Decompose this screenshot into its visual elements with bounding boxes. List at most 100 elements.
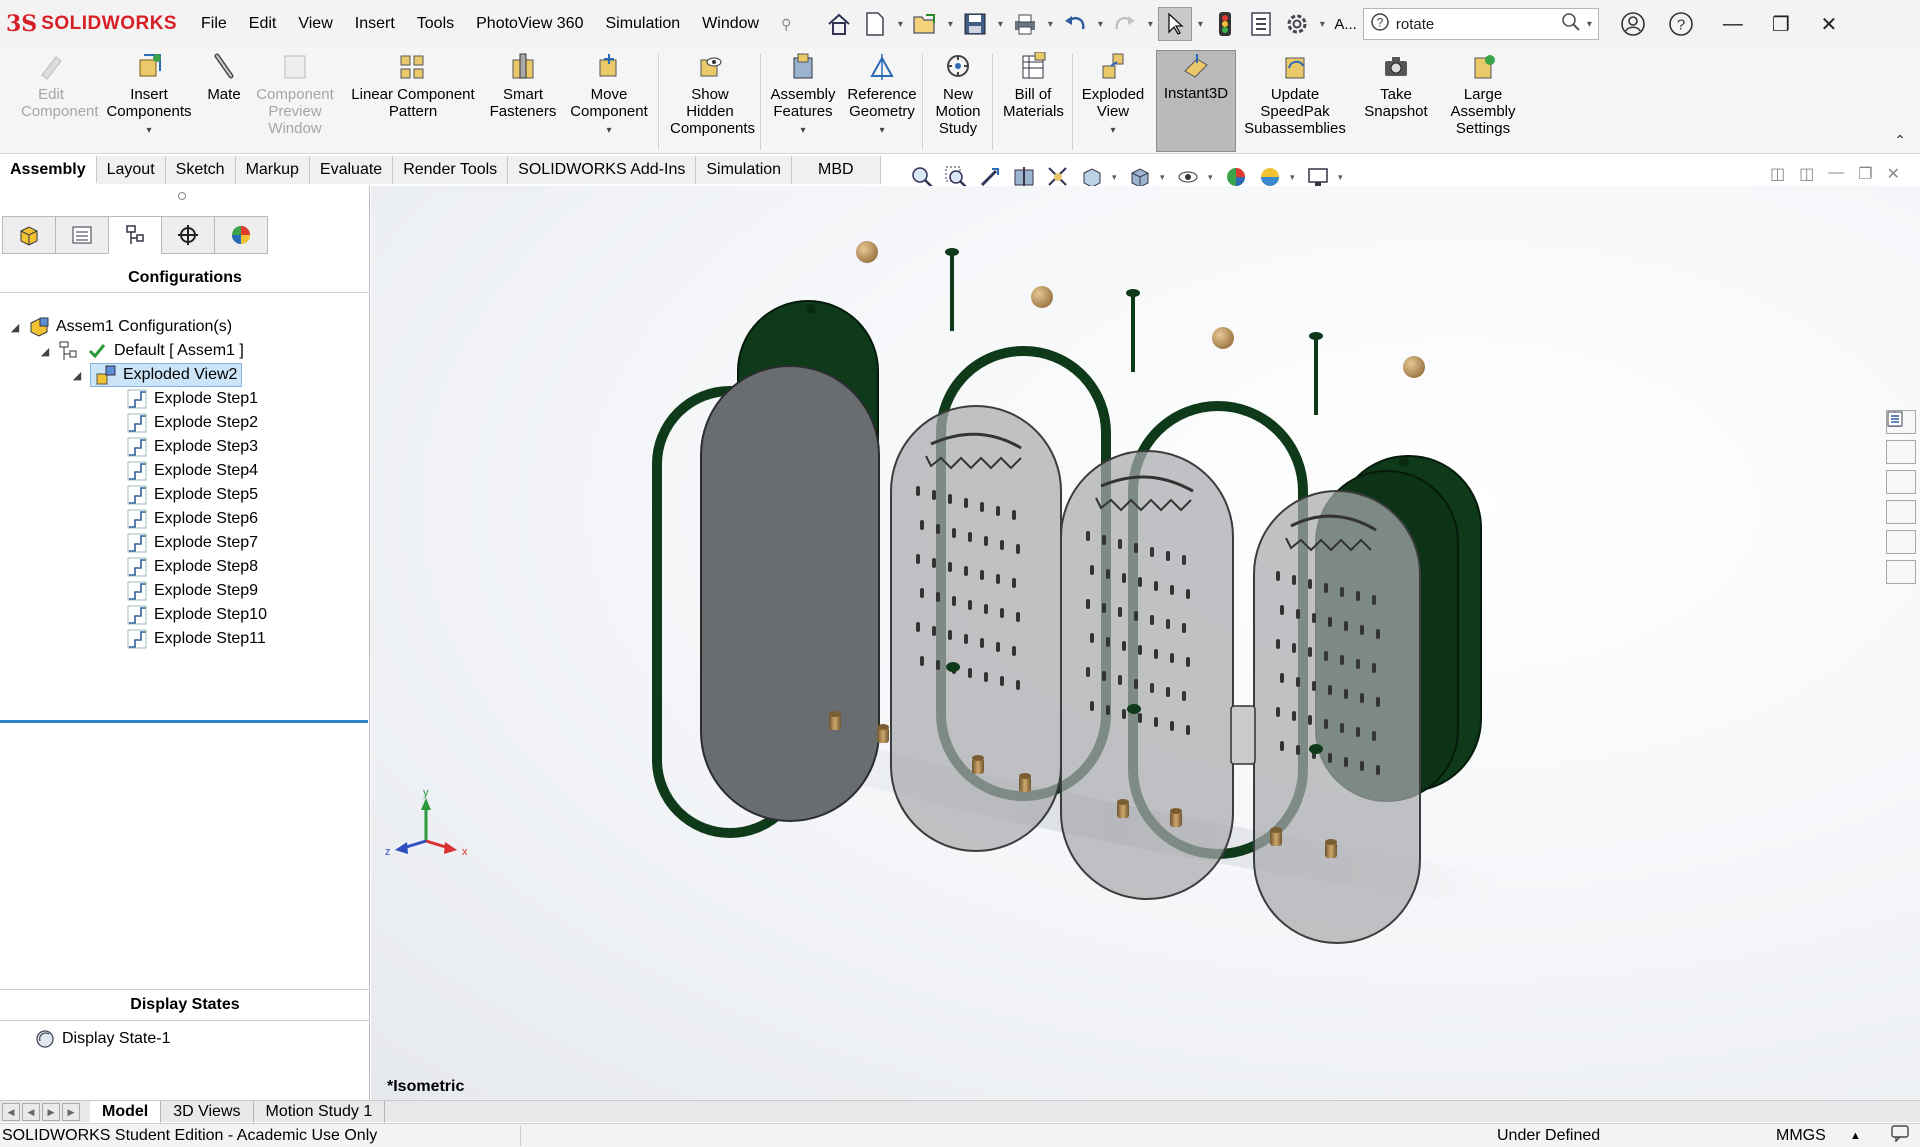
take-snapshot-button[interactable]: Take Snapshot [1358,52,1434,152]
ball-4[interactable] [1403,356,1425,378]
peg[interactable] [829,711,841,730]
dimxpert-tab-icon[interactable] [161,216,215,254]
search-input[interactable]: rotate [1396,16,1561,33]
menu-window[interactable]: Window [691,0,770,48]
user-account-label[interactable]: A... [1334,16,1357,33]
view-palette-icon[interactable] [1886,411,1916,524]
rebuild-icon[interactable] [1208,7,1242,41]
tree-node-configurations-root[interactable]: ◢ Assem1 Configuration(s) [8,314,232,340]
exploded-view-button[interactable]: Exploded View ▾ [1076,52,1150,152]
peg[interactable] [1170,808,1182,827]
tab-model[interactable]: Model [90,1100,162,1123]
pin-menu-icon[interactable]: ⚲ [770,0,802,48]
save-caret-icon[interactable]: ▾ [994,19,1006,30]
search-icon[interactable] [1561,12,1581,36]
prev-tab-icon[interactable]: ◀ [22,1102,40,1121]
tab-assembly[interactable]: Assembly [0,156,97,184]
tree-node-explode-step[interactable]: Explode Step6 [126,506,258,532]
collapse-ribbon-icon[interactable]: ⌃ [1894,132,1906,149]
units-selector[interactable]: MMGS [1776,1127,1826,1145]
tree-node-explode-step[interactable]: Explode Step5 [126,482,258,508]
menu-insert[interactable]: Insert [344,0,406,48]
bill-of-materials-button[interactable]: Bill of Materials [996,52,1070,152]
viewport-panel-left-icon[interactable]: ◫ [1770,164,1785,184]
tab-layout[interactable]: Layout [96,156,166,184]
hinge-clip[interactable] [1230,705,1256,765]
linear-pattern-button[interactable]: Linear Component Pattern [344,52,482,152]
tree-node-explode-step[interactable]: Explode Step1 [126,386,258,412]
tab-markup[interactable]: Markup [235,156,310,184]
custom-properties-icon[interactable] [1886,411,1916,584]
selected-exploded-view[interactable]: Exploded View2 [90,363,243,387]
perforated-panel-3[interactable] [1253,490,1421,944]
assembly-features-caret-icon[interactable]: ▾ [764,122,842,139]
tab-sketch[interactable]: Sketch [165,156,236,184]
tree-node-explode-step[interactable]: Explode Step11 [126,626,266,652]
search-box[interactable]: ? rotate ▾ [1362,8,1599,40]
graphics-area[interactable]: y x z *Isometric [371,186,1920,1100]
tab-3d-views[interactable]: 3D Views [161,1100,254,1123]
tree-node-explode-step[interactable]: Explode Step8 [126,554,258,580]
options-icon[interactable] [1280,7,1314,41]
ball-2[interactable] [1031,286,1053,308]
foot-2[interactable] [1127,704,1141,714]
large-assembly-button[interactable]: Large Assembly Settings [1438,52,1528,152]
file-properties-icon[interactable] [1244,7,1278,41]
peg[interactable] [1117,799,1129,818]
move-component-caret-icon[interactable]: ▾ [564,122,654,139]
peg[interactable] [1270,827,1282,846]
reference-geometry-caret-icon[interactable]: ▾ [844,122,920,139]
tree-node-exploded-view[interactable]: ◢ Exploded View2 [70,362,243,388]
user-icon[interactable] [1609,0,1657,48]
options-caret-icon[interactable]: ▾ [1316,19,1328,30]
select-caret-icon[interactable]: ▾ [1194,19,1206,30]
tab-motion-study[interactable]: Motion Study 1 [254,1100,386,1123]
peg[interactable] [877,724,889,743]
new-motion-study-button[interactable]: New Motion Study [926,52,990,152]
grey-panel-left[interactable] [700,365,880,822]
open-caret-icon[interactable]: ▾ [944,19,956,30]
edit-component-button[interactable]: Edit Component [6,52,99,152]
tree-node-explode-step[interactable]: Explode Step4 [126,458,258,484]
tree-node-explode-step[interactable]: Explode Step10 [126,602,267,628]
insert-components-button[interactable]: Insert Components ▾ [100,52,198,152]
solidworks-logo[interactable]: 3S SOLIDWORKS [0,11,190,37]
foot-3[interactable] [1309,744,1323,754]
move-component-button[interactable]: Move Component ▾ [564,52,654,152]
tab-evaluate[interactable]: Evaluate [309,156,394,184]
open-icon[interactable] [908,7,942,41]
new-document-icon[interactable] [858,7,892,41]
vertical-pin-2[interactable] [1126,289,1140,372]
appearances-icon[interactable] [1886,412,1916,554]
tab-addins[interactable]: SOLIDWORKS Add-Ins [508,156,697,184]
apply-scene-caret-icon[interactable]: ▾ [1290,172,1298,183]
tab-simulation[interactable]: Simulation [696,156,793,184]
peg[interactable] [1325,839,1337,858]
select-icon[interactable] [1158,7,1193,41]
hide-show-caret-icon[interactable]: ▾ [1208,172,1216,183]
foot-1[interactable] [946,662,960,672]
configuration-manager-tab-icon[interactable] [108,216,162,254]
menu-edit[interactable]: Edit [238,0,288,48]
ball-1[interactable] [856,241,878,263]
smart-fasteners-button[interactable]: Smart Fasteners [484,52,562,152]
viewport-panel-right-icon[interactable]: ◫ [1799,164,1814,184]
exploded-view-caret-icon[interactable]: ▾ [1076,122,1150,139]
tree-node-explode-step[interactable]: Explode Step9 [126,578,258,604]
units-caret-icon[interactable]: ▲ [1850,1130,1861,1142]
undo-caret-icon[interactable]: ▾ [1094,19,1106,30]
display-style-caret-icon[interactable]: ▾ [1160,172,1168,183]
display-manager-tab-icon[interactable] [214,216,268,254]
vertical-pin-1[interactable] [945,248,959,331]
search-caret-icon[interactable]: ▾ [1587,19,1592,30]
tree-node-default-config[interactable]: ◢ Default [ Assem1 ] [38,338,244,364]
next-tab-icon[interactable]: ▶ [42,1102,60,1121]
last-tab-icon[interactable]: ▶ [62,1102,80,1121]
file-explorer-icon[interactable] [1886,414,1916,494]
ball-3[interactable] [1212,327,1234,349]
view-orientation-caret-icon[interactable]: ▾ [1112,172,1120,183]
status-chat-icon[interactable] [1890,1124,1910,1147]
update-speedpak-button[interactable]: Update SpeedPak Subassemblies [1242,52,1348,152]
assembly-features-button[interactable]: Assembly Features ▾ [764,52,842,152]
viewport-restore-icon[interactable]: ❐ [1858,164,1872,184]
